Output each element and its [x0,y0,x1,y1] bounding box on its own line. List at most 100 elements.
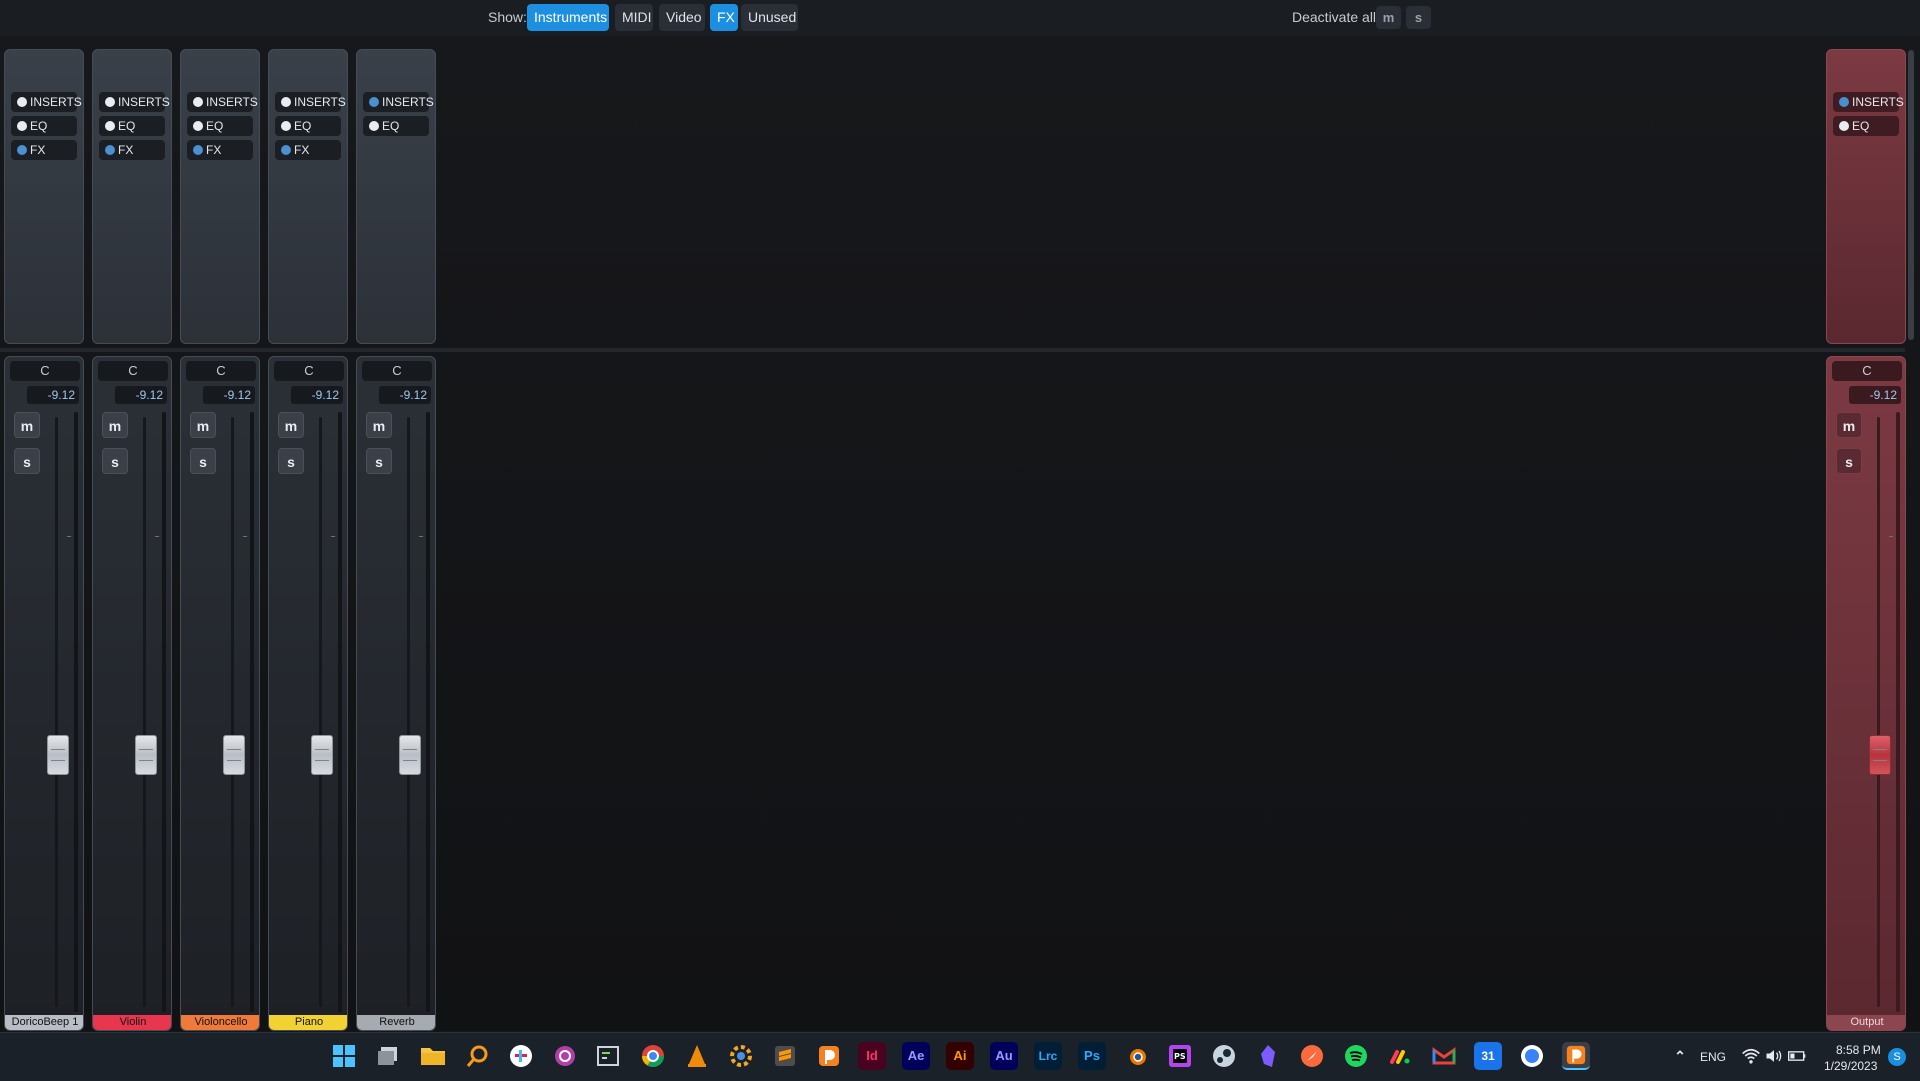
volume-fader-handle[interactable] [135,735,157,775]
inserts-slot[interactable]: INSERTS [99,92,170,112]
vertical-scrollbar[interactable] [1908,50,1914,340]
eq-toggle-icon[interactable] [1839,121,1849,131]
obsidian-icon[interactable] [1254,1042,1282,1070]
solo-button[interactable]: s [190,448,216,474]
fader-track[interactable] [319,417,322,1007]
clock-time[interactable]: 8:58 PM [1836,1043,1881,1057]
battery-icon[interactable] [1786,1042,1808,1070]
volume-value[interactable]: -9.12 [27,386,79,404]
eq-slot[interactable]: EQ [1833,116,1899,136]
mute-button[interactable]: m [1836,412,1862,438]
filter-video-button[interactable]: Video [659,4,705,31]
steam-icon[interactable] [1210,1042,1238,1070]
volume-value[interactable]: -9.12 [379,386,431,404]
volume-value[interactable]: -9.12 [203,386,255,404]
fader-track[interactable] [1877,417,1880,1007]
lightroom-icon[interactable]: Lrc [1034,1042,1062,1070]
compass-icon[interactable] [1298,1042,1326,1070]
volume-fader-handle[interactable] [1869,735,1891,775]
eq-toggle-icon[interactable] [105,121,115,131]
channel-name-label[interactable]: Piano [269,1015,347,1030]
solo-button[interactable]: s [278,448,304,474]
filter-midi-button[interactable]: MIDI [615,4,653,31]
fx-toggle-icon[interactable] [193,145,203,155]
pan-control[interactable]: C [274,361,344,381]
pan-control[interactable]: C [1832,361,1902,381]
volume-icon[interactable] [1763,1042,1785,1070]
calendar-icon[interactable]: 31 [1474,1042,1502,1070]
pan-control[interactable]: C [186,361,256,381]
wifi-icon[interactable] [1740,1042,1762,1070]
eq-toggle-icon[interactable] [281,121,291,131]
inserts-toggle-icon[interactable] [105,97,115,107]
volume-fader-handle[interactable] [223,735,245,775]
fx-toggle-icon[interactable] [17,145,27,155]
inserts-toggle-icon[interactable] [369,97,379,107]
eq-toggle-icon[interactable] [17,121,27,131]
pan-control[interactable]: C [10,361,80,381]
after-effects-icon[interactable]: Ae [902,1042,930,1070]
eq-slot[interactable]: EQ [99,116,165,136]
vlc-icon[interactable] [683,1042,711,1070]
volume-fader-handle[interactable] [47,735,69,775]
eq-slot[interactable]: EQ [187,116,253,136]
eq-slot[interactable]: EQ [11,116,77,136]
tray-overflow-chevron-icon[interactable]: ⌃ [1666,1042,1694,1070]
eq-toggle-icon[interactable] [369,121,379,131]
gear-app-icon[interactable] [727,1042,755,1070]
task-view-icon[interactable] [375,1042,403,1070]
audition-icon[interactable]: Au [990,1042,1018,1070]
channel-name-label[interactable]: Violoncello [181,1015,259,1030]
volume-value[interactable]: -9.12 [1849,386,1901,404]
eq-slot[interactable]: EQ [275,116,341,136]
mute-button[interactable]: m [14,412,40,438]
monday-icon[interactable] [1386,1042,1414,1070]
illustrator-icon[interactable]: Ai [946,1042,974,1070]
solo-button[interactable]: s [102,448,128,474]
fx-slot[interactable]: FX [187,140,253,160]
inserts-toggle-icon[interactable] [17,97,27,107]
mute-button[interactable]: m [366,412,392,438]
filter-instruments-button[interactable]: Instruments [527,4,609,31]
deactivate-all-solo-button[interactable]: s [1406,6,1431,29]
volume-value[interactable]: -9.12 [291,386,343,404]
inserts-slot[interactable]: INSERTS [275,92,346,112]
inserts-slot[interactable]: INSERTS [1833,92,1904,112]
dorico-active-icon[interactable] [1562,1042,1590,1070]
channel-name-label[interactable]: Output [1827,1015,1905,1030]
fx-slot[interactable]: FX [275,140,341,160]
language-indicator[interactable]: ENG [1700,1050,1726,1064]
terminal-icon[interactable] [594,1042,622,1070]
mute-button[interactable]: m [102,412,128,438]
volume-value[interactable]: -9.12 [115,386,167,404]
fx-toggle-icon[interactable] [105,145,115,155]
search-icon[interactable] [463,1042,491,1070]
fader-track[interactable] [143,417,146,1007]
fader-track[interactable] [407,417,410,1007]
filter-unused-button[interactable]: Unused [741,4,798,31]
inserts-toggle-icon[interactable] [193,97,203,107]
eq-toggle-icon[interactable] [193,121,203,131]
file-explorer-icon[interactable] [419,1042,447,1070]
channel-name-label[interactable]: Reverb [357,1015,435,1030]
spotify-icon[interactable] [1342,1042,1370,1070]
mute-button[interactable]: m [278,412,304,438]
indesign-icon[interactable]: Id [858,1042,886,1070]
solo-button[interactable]: s [1836,448,1862,474]
phpstorm-icon[interactable]: PS [1166,1042,1194,1070]
inserts-toggle-icon[interactable] [1839,97,1849,107]
fx-slot[interactable]: FX [11,140,77,160]
browser-icon[interactable] [1518,1042,1546,1070]
deactivate-all-mute-button[interactable]: m [1376,6,1401,29]
fader-track[interactable] [231,417,234,1007]
filter-fx-button[interactable]: FX [710,4,738,31]
pan-control[interactable]: C [98,361,168,381]
solo-button[interactable]: s [366,448,392,474]
fx-slot[interactable]: FX [99,140,165,160]
inserts-slot[interactable]: INSERTS [363,92,434,112]
solo-button[interactable]: s [14,448,40,474]
channel-name-label[interactable]: DoricoBeep 1 [5,1015,83,1030]
volume-fader-handle[interactable] [311,735,333,775]
gmail-icon[interactable] [1430,1042,1458,1070]
record-icon[interactable] [551,1042,579,1070]
